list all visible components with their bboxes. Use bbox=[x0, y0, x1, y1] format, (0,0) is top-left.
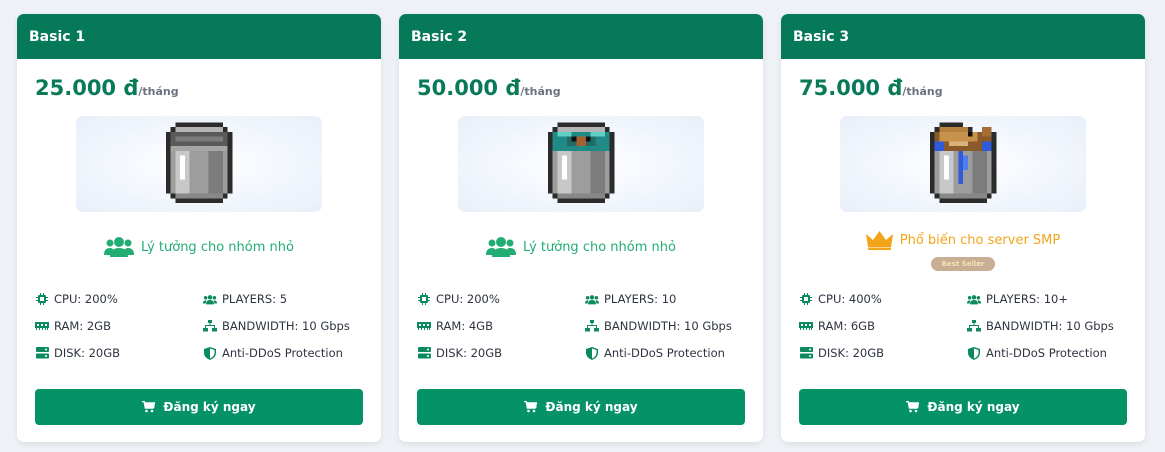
spec-ddos-text: Anti-DDoS Protection bbox=[222, 346, 343, 360]
empty-bucket-icon bbox=[165, 122, 233, 203]
spec-disk-text: DISK: 20GB bbox=[54, 346, 121, 360]
spec-cpu-text: CPU: 200% bbox=[54, 292, 118, 306]
spec-disk: DISK: 20GB bbox=[35, 346, 120, 360]
plan-title: Basic 1 bbox=[17, 14, 381, 59]
spec-bandwidth-text: BANDWIDTH: 10 Gbps bbox=[604, 319, 732, 333]
plan-price: 75.000 đ bbox=[799, 76, 903, 100]
price-row: 50.000 đ /tháng bbox=[417, 76, 561, 100]
price-row: 75.000 đ /tháng bbox=[799, 76, 943, 100]
plan-image-box bbox=[76, 116, 322, 212]
spec-players: PLAYERS: 10+ bbox=[967, 292, 1068, 306]
cart-icon bbox=[524, 401, 538, 413]
subscribe-button-label: Đăng ký ngay bbox=[163, 400, 256, 414]
plan-tagline-text: Phổ biến cho server SMP bbox=[899, 232, 1061, 248]
network-icon bbox=[585, 320, 599, 332]
users-icon bbox=[104, 236, 135, 258]
spec-cpu: CPU: 200% bbox=[417, 292, 500, 306]
cpu-icon bbox=[35, 293, 49, 305]
plan-tagline: Phổ biến cho server SMP bbox=[781, 230, 1145, 250]
spec-disk: DISK: 20GB bbox=[417, 346, 502, 360]
plan-tagline: Lý tưởng cho nhóm nhỏ bbox=[399, 236, 763, 258]
spec-disk-text: DISK: 20GB bbox=[436, 346, 503, 360]
subscribe-button[interactable]: Đăng ký ngay bbox=[799, 389, 1127, 425]
plan-card-basic-2: Basic 2 50.000 đ /tháng Lý tưởng cho nhó… bbox=[399, 14, 763, 442]
network-icon bbox=[203, 320, 217, 332]
spec-disk-text: DISK: 20GB bbox=[818, 346, 885, 360]
plan-card-basic-3: Basic 3 75.000 đ /tháng Phổ biến cho ser… bbox=[781, 14, 1145, 442]
spec-ram: RAM: 2GB bbox=[35, 319, 111, 333]
users-icon bbox=[585, 293, 599, 305]
subscribe-button[interactable]: Đăng ký ngay bbox=[417, 389, 745, 425]
subscribe-button-label: Đăng ký ngay bbox=[545, 400, 638, 414]
memory-icon bbox=[35, 320, 49, 332]
plan-price: 50.000 đ bbox=[417, 76, 521, 100]
axolotl-bucket-icon bbox=[547, 122, 615, 203]
plan-card-basic-1: Basic 1 25.000 đ /tháng Lý tưởng cho nhó… bbox=[17, 14, 381, 442]
spec-bandwidth-text: BANDWIDTH: 10 Gbps bbox=[986, 319, 1114, 333]
plan-title: Basic 3 bbox=[781, 14, 1145, 59]
spec-ddos: Anti-DDoS Protection bbox=[967, 346, 1107, 360]
spec-players-text: PLAYERS: 5 bbox=[222, 292, 288, 306]
users-icon bbox=[486, 236, 517, 258]
spec-bandwidth: BANDWIDTH: 10 Gbps bbox=[585, 319, 732, 333]
network-icon bbox=[967, 320, 981, 332]
price-period: /tháng bbox=[138, 85, 179, 98]
hard-drive-icon bbox=[35, 347, 49, 359]
spec-ram-text: RAM: 2GB bbox=[54, 319, 111, 333]
spec-players: PLAYERS: 10 bbox=[585, 292, 676, 306]
users-icon bbox=[967, 293, 981, 305]
fish-bucket-icon bbox=[929, 122, 997, 203]
best-seller-badge: Best Seller bbox=[931, 257, 995, 271]
spec-players-text: PLAYERS: 10+ bbox=[986, 292, 1068, 306]
shield-icon bbox=[967, 346, 981, 360]
spec-cpu-text: CPU: 200% bbox=[436, 292, 500, 306]
plan-tagline-text: Lý tưởng cho nhóm nhỏ bbox=[141, 239, 294, 255]
spec-ddos: Anti-DDoS Protection bbox=[585, 346, 725, 360]
subscribe-button[interactable]: Đăng ký ngay bbox=[35, 389, 363, 425]
memory-icon bbox=[799, 320, 813, 332]
spec-players: PLAYERS: 5 bbox=[203, 292, 287, 306]
price-row: 25.000 đ /tháng bbox=[35, 76, 179, 100]
plan-tagline-text: Lý tưởng cho nhóm nhỏ bbox=[523, 239, 676, 255]
plan-image-box bbox=[840, 116, 1086, 212]
crown-icon bbox=[865, 230, 893, 250]
spec-ram: RAM: 4GB bbox=[417, 319, 493, 333]
hard-drive-icon bbox=[799, 347, 813, 359]
cpu-icon bbox=[799, 293, 813, 305]
spec-ddos-text: Anti-DDoS Protection bbox=[986, 346, 1107, 360]
spec-bandwidth-text: BANDWIDTH: 10 Gbps bbox=[222, 319, 350, 333]
memory-icon bbox=[417, 320, 431, 332]
spec-disk: DISK: 20GB bbox=[799, 346, 884, 360]
price-period: /tháng bbox=[520, 85, 561, 98]
spec-ram-text: RAM: 4GB bbox=[436, 319, 493, 333]
shield-icon bbox=[203, 346, 217, 360]
spec-bandwidth: BANDWIDTH: 10 Gbps bbox=[203, 319, 350, 333]
spec-ddos: Anti-DDoS Protection bbox=[203, 346, 343, 360]
subscribe-button-label: Đăng ký ngay bbox=[927, 400, 1020, 414]
cart-icon bbox=[142, 401, 156, 413]
users-icon bbox=[203, 293, 217, 305]
plan-price: 25.000 đ bbox=[35, 76, 139, 100]
spec-players-text: PLAYERS: 10 bbox=[604, 292, 677, 306]
plan-image-box bbox=[458, 116, 704, 212]
plan-title: Basic 2 bbox=[399, 14, 763, 59]
hard-drive-icon bbox=[417, 347, 431, 359]
spec-cpu: CPU: 400% bbox=[799, 292, 882, 306]
spec-ram: RAM: 6GB bbox=[799, 319, 875, 333]
price-period: /tháng bbox=[902, 85, 943, 98]
spec-ddos-text: Anti-DDoS Protection bbox=[604, 346, 725, 360]
spec-cpu: CPU: 200% bbox=[35, 292, 118, 306]
shield-icon bbox=[585, 346, 599, 360]
cart-icon bbox=[906, 401, 920, 413]
spec-cpu-text: CPU: 400% bbox=[818, 292, 882, 306]
plan-tagline: Lý tưởng cho nhóm nhỏ bbox=[17, 236, 381, 258]
spec-bandwidth: BANDWIDTH: 10 Gbps bbox=[967, 319, 1114, 333]
spec-ram-text: RAM: 6GB bbox=[818, 319, 875, 333]
cpu-icon bbox=[417, 293, 431, 305]
